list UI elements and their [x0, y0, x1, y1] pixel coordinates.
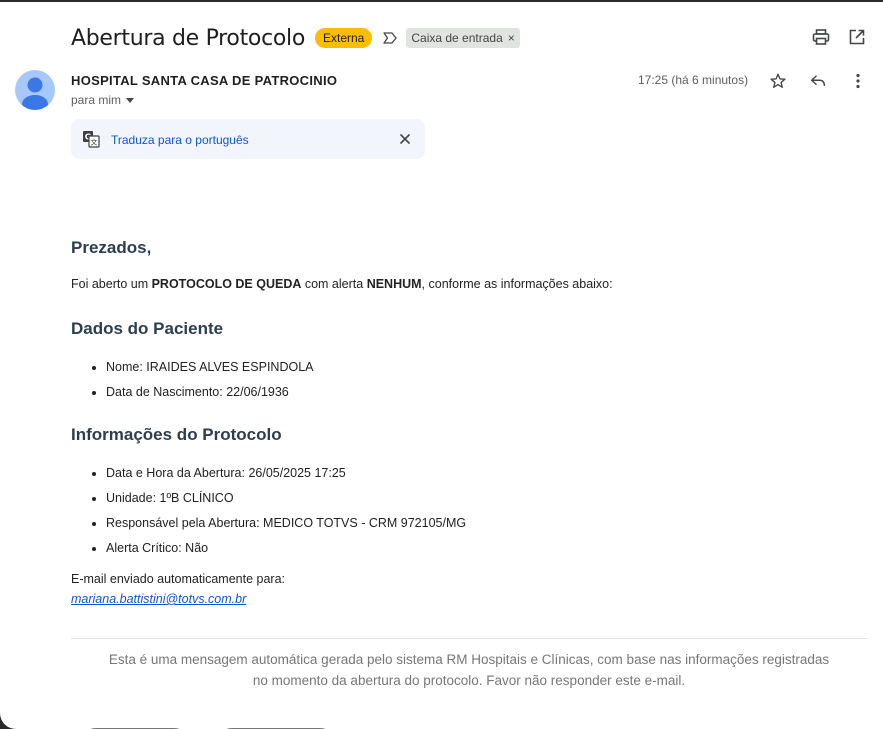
email-subject: Abertura de Protocolo [71, 25, 305, 51]
svg-text:文: 文 [91, 138, 98, 147]
footer-notice: Esta é uma mensagem automática gerada pe… [71, 649, 867, 691]
default-avatar-icon [22, 77, 48, 110]
alert-level: NENHUM [366, 277, 422, 291]
footer-line-1: Esta é uma mensagem automática gerada pe… [108, 652, 830, 667]
patient-heading: Dados do Paciente [71, 319, 224, 338]
inbox-label-chip[interactable]: Caixa de entrada × [406, 28, 520, 48]
label-important-icon[interactable] [382, 30, 398, 46]
intro-text-3: , conforme as informações abaixo: [421, 277, 613, 291]
greeting-heading: Prezados, [71, 238, 152, 257]
message-time: 17:25 (há 6 minutos) [638, 73, 749, 87]
message-actions [768, 71, 868, 91]
protocol-heading: Informações do Protocolo [71, 425, 282, 444]
external-badge: Externa [315, 28, 373, 48]
chevron-down-icon [126, 97, 135, 103]
print-button[interactable] [811, 27, 831, 47]
reply-icon [810, 75, 826, 86]
inbox-label-text: Caixa de entrada [411, 31, 503, 45]
protocol-list: Data e Hora da Abertura: 26/05/2025 17:2… [71, 464, 466, 564]
list-item: Nome: IRAIDES ALVES ESPINDOLA [106, 358, 313, 383]
remove-label-button[interactable]: × [508, 30, 515, 46]
more-vert-icon [856, 73, 860, 89]
list-item: Data de Nascimento: 22/06/1936 [106, 383, 313, 408]
recipient-email-link[interactable]: mariana.battistini@totvs.com.br [71, 592, 246, 606]
footer-divider [71, 638, 867, 639]
recipient-text: para mim [71, 93, 122, 107]
intro-text-1: Foi aberto um [71, 277, 152, 291]
star-button[interactable] [768, 71, 788, 91]
patient-list: Nome: IRAIDES ALVES ESPINDOLA Data de Na… [71, 358, 313, 408]
translate-banner: G 文 Traduza para o português [71, 119, 425, 159]
list-item: Unidade: 1ºB CLÍNICO [106, 489, 466, 514]
star-icon [770, 73, 786, 88]
list-item: Responsável pela Abertura: MEDICO TOTVS … [106, 514, 466, 539]
open-in-new-window-button[interactable] [847, 27, 867, 47]
list-item: Data e Hora da Abertura: 26/05/2025 17:2… [106, 464, 466, 489]
list-item: Alerta Crítico: Não [106, 539, 466, 564]
protocol-type: PROTOCOLO DE QUEDA [151, 277, 302, 291]
reply-button[interactable] [808, 71, 828, 91]
translate-link[interactable]: Traduza para o português [111, 133, 249, 147]
more-options-button[interactable] [848, 71, 868, 91]
intro-text-2: com alerta [301, 277, 367, 291]
sender-name[interactable]: HOSPITAL SANTA CASA DE PATROCINIO [71, 73, 337, 88]
intro-paragraph: Foi aberto um PROTOCOLO DE QUEDA com ale… [71, 277, 613, 291]
close-icon[interactable] [397, 131, 413, 147]
open-in-new-window-icon [849, 29, 865, 45]
subject-row: Abertura de Protocolo Externa Caixa de e… [71, 24, 520, 52]
recipient-details[interactable]: para mim [71, 93, 135, 107]
auto-sent-label: E-mail enviado automaticamente para: [71, 572, 286, 586]
footer-line-2: no momento da abertura do protocolo. Fav… [252, 673, 686, 688]
thread-actions [811, 27, 867, 47]
printer-icon [812, 29, 830, 45]
email-view: Abertura de Protocolo Externa Caixa de e… [0, 2, 883, 729]
sender-avatar[interactable] [15, 70, 55, 110]
translate-icon: G 文 [83, 131, 100, 148]
